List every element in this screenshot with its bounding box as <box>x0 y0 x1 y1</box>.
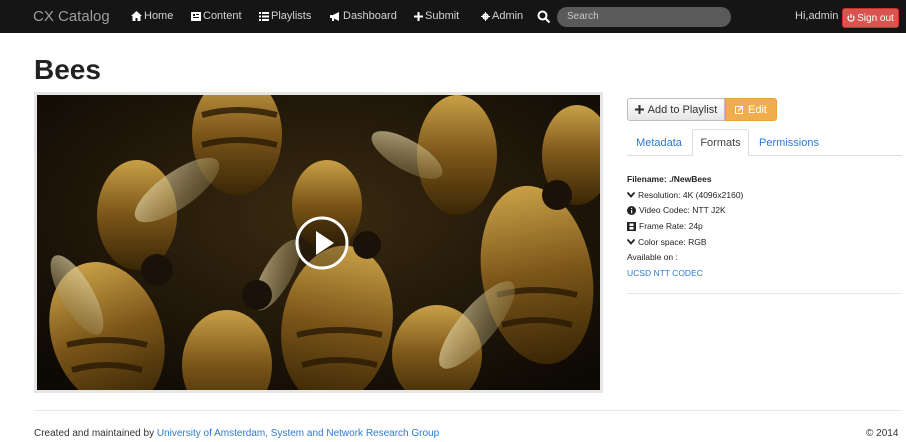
user-greeting[interactable]: Hi,admin <box>795 10 838 22</box>
video-codec-row: Video Codec: NTT J2K <box>627 205 726 215</box>
info-icon <box>627 205 636 215</box>
nav-submit-label: Submit <box>425 10 460 22</box>
nav-admin[interactable]: Admin <box>481 10 523 22</box>
edit-label: Edit <box>748 103 767 116</box>
resolution-text: Resolution: 4K (4096x2160) <box>638 190 744 200</box>
color-space-row: Color space: RGB <box>627 237 707 247</box>
search-icon <box>537 10 551 23</box>
add-to-playlist-label: Add to Playlist <box>647 103 718 116</box>
footer-link[interactable]: University of Amsterdam, System and Netw… <box>157 428 439 439</box>
copyright: © 2014 <box>866 428 899 439</box>
plus-icon <box>414 11 423 21</box>
nav-playlists-label: Playlists <box>271 10 312 22</box>
search-box <box>537 6 731 27</box>
sidebar-divider <box>627 293 902 294</box>
footer-credit: Created and maintained by University of … <box>34 428 439 439</box>
signout-label: Sign out <box>857 12 894 24</box>
power-icon <box>847 14 855 22</box>
nav-playlists[interactable]: Playlists <box>259 10 311 22</box>
video-codec-text: Video Codec: NTT J2K <box>639 205 726 215</box>
plus-icon <box>634 105 644 114</box>
frame-rate-row: Frame Rate: 24p <box>627 221 703 231</box>
filename-label: Filename: ./NewBees <box>627 174 712 184</box>
nav-home[interactable]: Home <box>131 10 173 22</box>
tab-metadata[interactable]: Metadata <box>630 129 688 156</box>
edit-button[interactable]: Edit <box>725 98 777 121</box>
nav-admin-label: Admin <box>492 10 524 22</box>
play-icon[interactable] <box>294 215 350 271</box>
signout-button[interactable]: Sign out <box>842 8 899 28</box>
nav-content-label: Content <box>203 10 242 22</box>
list-icon <box>259 11 269 21</box>
nav-dashboard-label: Dashboard <box>343 10 397 22</box>
footer-prefix: Created and maintained by <box>34 428 157 439</box>
video-player[interactable] <box>34 92 603 393</box>
chevron-down-icon <box>627 192 635 198</box>
footer-divider <box>34 410 902 411</box>
nav-home-label: Home <box>144 10 174 22</box>
brand-logo[interactable]: CX Catalog <box>33 8 110 25</box>
frame-rate-text: Frame Rate: 24p <box>639 221 703 231</box>
tab-permissions[interactable]: Permissions <box>756 129 822 156</box>
available-on-label: Available on : <box>627 252 678 262</box>
bullhorn-icon <box>330 11 339 21</box>
color-space-text: Color space: RGB <box>638 237 707 247</box>
tab-formats[interactable]: Formats <box>692 129 749 156</box>
filename-row: Filename: ./NewBees <box>627 174 712 184</box>
codec-link[interactable]: UCSD NTT CODEC <box>627 268 703 278</box>
nav-content[interactable]: Content <box>191 10 242 22</box>
add-to-playlist-button[interactable]: Add to Playlist <box>627 98 725 121</box>
gear-icon <box>481 11 490 21</box>
page-title: Bees <box>34 54 101 85</box>
nav-dashboard[interactable]: Dashboard <box>330 10 397 22</box>
search-input[interactable] <box>557 6 731 27</box>
home-icon <box>131 11 142 21</box>
film-icon <box>627 221 636 231</box>
chevron-down-icon <box>627 239 635 245</box>
content-icon <box>191 11 201 21</box>
resolution-row: Resolution: 4K (4096x2160) <box>627 190 743 200</box>
nav-submit[interactable]: Submit <box>414 10 459 22</box>
top-navbar: CX Catalog Home Content Playlists Dashbo… <box>0 0 906 33</box>
edit-icon <box>735 105 744 114</box>
